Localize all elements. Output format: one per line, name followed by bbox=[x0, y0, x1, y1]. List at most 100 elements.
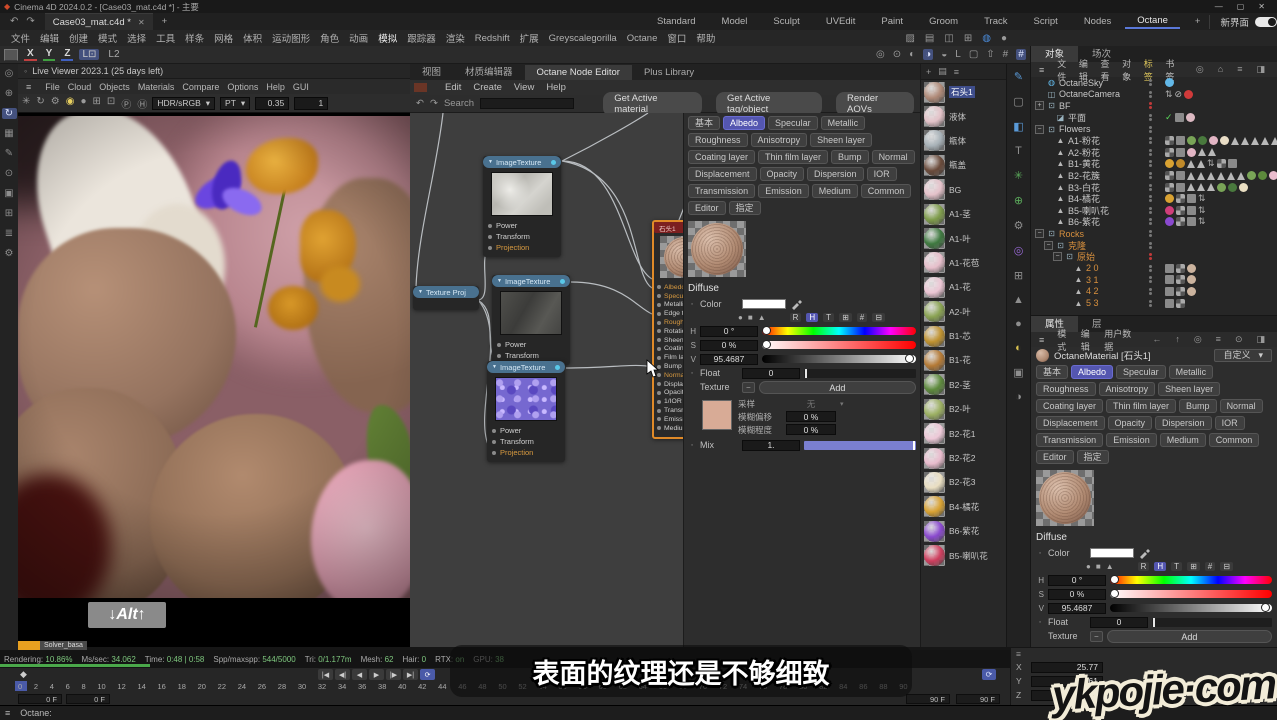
port-dot-icon[interactable] bbox=[492, 451, 496, 455]
tag-dot[interactable] bbox=[1184, 90, 1193, 99]
port-transform[interactable]: Transform bbox=[492, 350, 570, 361]
port-power[interactable]: Power bbox=[483, 220, 561, 231]
channel-tab-16[interactable]: Emission bbox=[1106, 433, 1157, 447]
lv-tool-icon-8[interactable]: Ⓗ bbox=[137, 96, 147, 111]
visibility-dots[interactable] bbox=[1149, 79, 1152, 86]
material-item[interactable]: A1-茎 bbox=[921, 202, 1006, 226]
ne-menu-view[interactable]: View bbox=[508, 82, 540, 93]
tool-icon-8[interactable]: ≣ bbox=[5, 228, 13, 239]
node-texture-projection[interactable]: ▼Texture Proj bbox=[413, 286, 479, 310]
color-mode-icon-2[interactable]: ▲ bbox=[758, 313, 766, 322]
lv-menu-materials[interactable]: Materials bbox=[134, 82, 179, 92]
material-thumbnail[interactable] bbox=[924, 179, 945, 200]
channel-tab-2[interactable]: Specular bbox=[1116, 365, 1166, 379]
material-thumbnail[interactable] bbox=[924, 82, 945, 103]
range-end-field[interactable]: 90 F bbox=[906, 694, 950, 704]
coord-system-button[interactable]: L⊡ bbox=[79, 49, 99, 60]
menu-item-7[interactable]: 网格 bbox=[209, 31, 238, 45]
channel-tab-8[interactable]: Thin film layer bbox=[1106, 399, 1176, 413]
attr-header-icon-3[interactable]: ≡ bbox=[1212, 334, 1225, 345]
node-image-texture-3[interactable]: ▼ImageTexture PowerTransformProjection bbox=[487, 361, 565, 462]
port-projection[interactable]: Projection bbox=[487, 447, 565, 458]
tag-phong[interactable] bbox=[1165, 183, 1174, 192]
channel-tab-17[interactable]: Medium bbox=[812, 184, 858, 198]
close-button[interactable]: ✕ bbox=[1258, 2, 1265, 11]
tag-updown[interactable]: ⇅ bbox=[1198, 217, 1206, 226]
channel-tab-4[interactable]: Roughness bbox=[688, 133, 748, 147]
channel-tab-12[interactable]: Opacity bbox=[1108, 416, 1153, 430]
channel-tab-3[interactable]: Metallic bbox=[821, 116, 866, 130]
axis-x-button[interactable]: X bbox=[24, 48, 37, 61]
tag-texture[interactable] bbox=[1220, 136, 1229, 145]
lv-tool-icon-2[interactable]: ⚙ bbox=[51, 96, 60, 111]
visibility-dots[interactable] bbox=[1149, 288, 1152, 295]
menu-item-10[interactable]: 角色 bbox=[315, 31, 344, 45]
lv-tool-icon-0[interactable]: ✳ bbox=[22, 96, 30, 111]
tag-texture[interactable] bbox=[1198, 136, 1207, 145]
menu-item-17[interactable]: Greyscalegorilla bbox=[544, 33, 622, 44]
channel-tab-14[interactable]: IOR bbox=[867, 167, 897, 181]
color-mode-button-H[interactable]: H bbox=[1154, 562, 1166, 571]
lv-tool-icon-4[interactable]: ● bbox=[80, 96, 86, 111]
channel-tab-18[interactable]: Common bbox=[861, 184, 912, 198]
kernel-dropdown[interactable]: PT ▾ bbox=[220, 97, 250, 110]
float-value-field[interactable]: 0 bbox=[1090, 617, 1148, 628]
material-thumbnail[interactable] bbox=[924, 496, 945, 517]
object-row[interactable]: +⊡BF bbox=[1031, 100, 1277, 112]
object-row[interactable]: ▲B1-黄花⇅ bbox=[1031, 158, 1277, 170]
channel-tab-9[interactable]: Bump bbox=[831, 150, 869, 164]
tag-check[interactable]: ✓ bbox=[1165, 113, 1173, 122]
palette-icon-9[interactable]: ▲ bbox=[1013, 294, 1024, 306]
value-value-field[interactable]: 95.4687 bbox=[700, 354, 758, 365]
snap-icon-2[interactable]: ◐ bbox=[909, 49, 915, 60]
channel-tab-18[interactable]: Common bbox=[1209, 433, 1260, 447]
range-start-field[interactable]: 0 F bbox=[18, 694, 62, 704]
expander-icon[interactable]: − bbox=[1035, 125, 1044, 134]
value-value-field[interactable]: 95.4687 bbox=[1048, 603, 1106, 614]
saturation-slider[interactable] bbox=[1110, 590, 1272, 598]
menu-item-19[interactable]: 窗口 bbox=[662, 31, 691, 45]
output-port[interactable] bbox=[555, 365, 560, 370]
menu-item-16[interactable]: 扩展 bbox=[515, 31, 544, 45]
tag-flag[interactable] bbox=[1187, 206, 1196, 215]
blur-scale-field[interactable]: 0 % bbox=[786, 424, 836, 435]
transport-gostart[interactable]: |◀ bbox=[318, 669, 333, 680]
lv-tool-icon-1[interactable]: ↻ bbox=[36, 96, 44, 111]
lv-tool-icon-5[interactable]: ⊞ bbox=[93, 96, 101, 111]
visibility-dots[interactable] bbox=[1149, 172, 1152, 179]
menu-item-8[interactable]: 体积 bbox=[238, 31, 267, 45]
tag-phong[interactable] bbox=[1176, 217, 1185, 226]
object-row[interactable]: −⊡克隆 bbox=[1031, 239, 1277, 251]
object-row[interactable]: ▲A1-粉花 bbox=[1031, 135, 1277, 147]
snap-icon-8[interactable]: # bbox=[1003, 49, 1009, 60]
tag-flag[interactable] bbox=[1165, 264, 1174, 273]
attr-header-icon-2[interactable]: ◎ bbox=[1190, 334, 1206, 345]
channel-tab-5[interactable]: Anisotropy bbox=[751, 133, 808, 147]
render-icon-5[interactable]: ● bbox=[1001, 33, 1007, 44]
tool-icon-9[interactable]: ⚙ bbox=[5, 248, 14, 259]
palette-icon-2[interactable]: ◧ bbox=[1013, 120, 1023, 133]
material-thumbnail[interactable] bbox=[924, 448, 945, 469]
tag-updown[interactable]: ⇅ bbox=[1207, 159, 1215, 168]
port-dot-icon[interactable] bbox=[657, 329, 661, 333]
workplane-icon[interactable] bbox=[4, 49, 18, 61]
menu-item-15[interactable]: Redshift bbox=[470, 33, 515, 44]
material-item[interactable]: B2-花2 bbox=[921, 446, 1006, 470]
mats-toolbar-icon-2[interactable]: ≡ bbox=[954, 67, 959, 77]
tag-flag[interactable] bbox=[1176, 148, 1185, 157]
port-dot-icon[interactable] bbox=[657, 303, 661, 307]
material-thumbnail[interactable] bbox=[924, 106, 945, 127]
color-mode-button-⊟[interactable]: ⊟ bbox=[1220, 562, 1233, 571]
color-mode-icon-1[interactable]: ■ bbox=[748, 313, 753, 322]
mix-value-field[interactable]: 1. bbox=[742, 440, 800, 451]
color-swatch[interactable] bbox=[1090, 548, 1134, 558]
channel-tab-7[interactable]: Coating layer bbox=[1036, 399, 1103, 413]
port-dot-icon[interactable] bbox=[492, 429, 496, 433]
expander-icon[interactable]: − bbox=[1053, 252, 1062, 261]
port-dot-icon[interactable] bbox=[657, 312, 661, 316]
om-header-icon-1[interactable]: ⌂ bbox=[1214, 64, 1227, 75]
tag-polygon[interactable] bbox=[1237, 172, 1245, 180]
object-row[interactable]: ▲5 3 bbox=[1031, 297, 1277, 309]
tag-phong[interactable] bbox=[1176, 194, 1185, 203]
palette-icon-13[interactable]: ◑ bbox=[1015, 391, 1022, 403]
